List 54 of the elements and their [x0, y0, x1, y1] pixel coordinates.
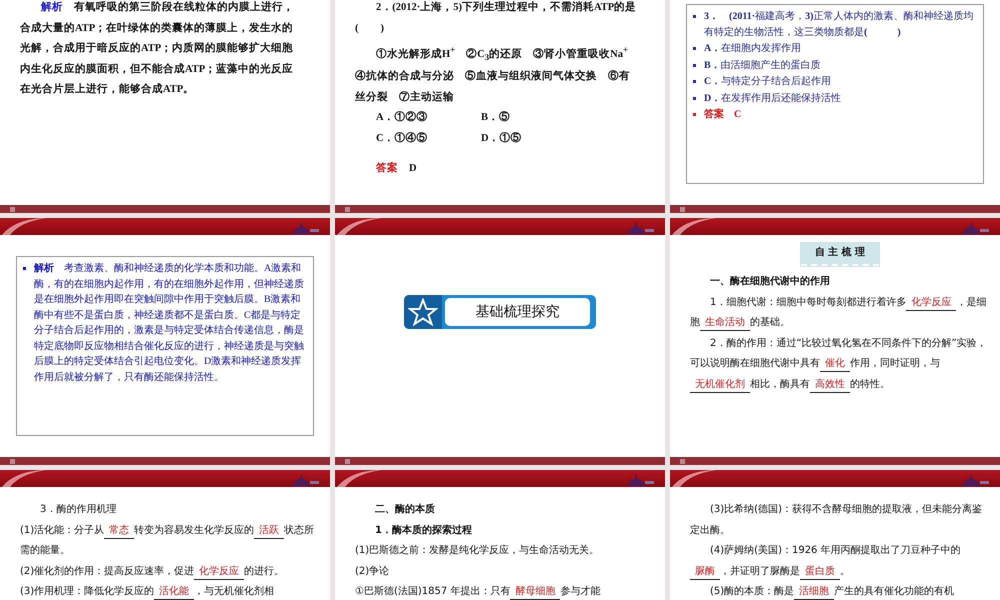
option-text: C．①④⑤ [376, 131, 429, 146]
option-text: D．①⑤ [481, 131, 523, 146]
paragraph-text: (4)萨姆纳(美国)：1926 年用丙酮提取出了刀豆种子中的 脲酶 ，并证明了脲酶是 蛋白质 。 [690, 541, 990, 582]
paragraph-text: (1)巴斯德之前：发酵是纯化学反应，与生命活动无关。 [355, 544, 600, 558]
footer-logo-icon [345, 206, 350, 212]
paragraph-text: 3．酶的作用机理 [39, 502, 118, 517]
paragraph-text: C．与特定分子结合后起作用 [704, 74, 832, 89]
slide-thumbnail[interactable]: (3)比希纳(德国)：获得不含酵母细胞的提取液，但未能分离鉴定出酶。 (4)萨姆纳(美国)：1926 年用丙酮提取出了刀豆种子中的 脲酶 ，并证明了脲酶是 蛋白质 。 (5)酶的本质：酶是 活细胞 产生的具有催化功能的有机 [670, 470, 1000, 600]
slide-thumbnail[interactable]: 2．(2012·上海，5)下列生理过程中，不需消耗ATP的是( ) ①水光解形成H$^{+}$ ②C$_{3}$的还原 ③肾小管重吸收Na$^{+}$ ④抗体的合成与分泌 ⑤血液与组织液间气体交换 ⑥有丝分裂 ⑦主动运输 A．①②③ B．⑤ C．①④⑤ D．①⑤ 答案 D [335, 0, 665, 213]
slide-thumbnail[interactable]: 基础梳理探究 [335, 218, 665, 465]
star-icon [408, 298, 438, 326]
paragraph-text: 2．酶的作用：通过“比较过氧化氢在不同条件下的分解”实验，可以说明酶在细胞代谢中具有 催化 作用，同时证明，与 无机催化剂 相比，酶具有 高效性 的特性。 [690, 334, 990, 395]
logo-icon [625, 220, 655, 234]
footer-logo-icon [10, 206, 15, 212]
paragraph-text: (2)争论 [355, 564, 390, 578]
paragraph-text: 一、酶在细胞代谢中的作用 [709, 274, 831, 289]
paragraph-text: 二、酶的本质 [374, 502, 436, 517]
logo-icon [290, 220, 320, 234]
footer-logo-icon [680, 206, 685, 212]
paragraph-text: (3)比希纳(德国)：获得不含酵母细胞的提取液，但未能分离鉴定出酶。 [690, 502, 983, 538]
paragraph-text: 1．细胞代谢：细胞中每时每刻都进行着许多 化学反应 ，是细胞 生命活动 的基础。 [690, 292, 990, 334]
paragraph-text: A．在细胞内发挥作用 [704, 42, 802, 56]
paragraph-text: (3)作用机理：降低化学反应的 活化能 ，与无机催化剂相 [20, 582, 320, 600]
paragraph-text: B．由活细胞产生的蛋白质 [704, 58, 822, 72]
logo-icon [290, 472, 320, 486]
paragraph-text: (2)催化剂的作用：提高反应速率，促进 化学反应 的进行。 [20, 562, 320, 582]
slide-thumbnail[interactable] [0, 218, 330, 465]
footer-logo-icon [680, 458, 685, 464]
paragraph-text: 答案 D [375, 160, 418, 176]
slide-thumbnail[interactable]: 解析 有氧呼吸的第三阶段在线粒体的内膜上进行，合成大量的ATP；在叶绿体的类囊体的薄膜上，发生水的光解，合成用于暗反应的ATP；内质网的膜能够扩大细胞内生化反应的膜面积，但不能合成ATP；蓝藻中的光反应在光合片层上进行，能够合成ATP。 [0, 0, 330, 213]
logo-icon [625, 472, 655, 486]
section-tag: 自 主 梳 理 [800, 243, 880, 266]
slide-thumbnail[interactable]: 3．酶的作用机理 (1)活化能：分子从 常态 转变为容易发生化学反应的 活跃 状态所需的能量。 (2)催化剂的作用：提高反应速率，促进 化学反应 的进行。 (3)作用机理：降低化学反应的 活化能 ，与无机催化剂相 [0, 470, 330, 600]
paragraph-text: (5)酶的本质：酶是 活细胞 产生的具有催化功能的有机 [690, 582, 990, 600]
paragraph-text: 3． (2011·福建高考，3)正常人体内的激素、酶和神经递质均有特定的生物活性，这三类物质都是( ) [704, 10, 974, 40]
paragraph-text: 答案 C [704, 107, 742, 122]
paragraph-text: D．在发挥作用后还能保持活性 [704, 92, 842, 106]
slide-thumbnail[interactable]: 二、酶的本质 1．酶本质的探索过程 (1)巴斯德之前：发酵是纯化学反应，与生命活动无关。 (2)争论 ①巴斯德(法国)1857 年提出：只有 酵母细胞 参与才能 [335, 470, 665, 600]
logo-icon [960, 220, 990, 234]
footer-logo-icon [345, 458, 350, 464]
paragraph-text: ①水光解形成H$^{+}$ ②C$_{3}$的还原 ③肾小管重吸收Na$^{+}$ ④抗体的合成与分泌 ⑤血液与组织液间气体交换 ⑥有丝分裂 ⑦主动运输 [355, 43, 631, 105]
paragraph-text: 解析 考查激素、酶和神经递质的化学本质和功能。A激素和酶，有的在细胞内起作用，有的在细胞外起作用，但神经递质是在细胞外起作用即在突触间隙中作用于突触后膜。B激素和酶中有些不是蛋白质，神经递质都不是蛋白质。C都是与特定分子结合后起作用的，激素是与特定受体结合传递信息，酶是特定底物即反应物相结合催化反应的进行，神经递质是与突触后膜上的特定受体结合引起电位变化。D激素和神经递质发挥作用后就被分解了，只有酶还能保持活性。 [34, 262, 305, 384]
slide-thumbnail[interactable]: 3． (2011·福建高考，3)正常人体内的激素、酶和神经递质均有特定的生物活性，这三类物质都是( ) A．在细胞内发挥作用 B．由活细胞产生的蛋白质 C．与特定分子结合后起作用 D．在发挥作用后还能保持活性 答案 C [670, 0, 1000, 213]
section-title: 基础梳理探究 [445, 298, 590, 326]
slide-thumbnail[interactable]: 自 主 梳 理 一、酶在细胞代谢中的作用 1．细胞代谢：细胞中每时每刻都进行着许多 化学反应 ，是细胞 生命活动 的基础。 2．酶的作用：通过“比较过氧化氢在不同条件下的分解”实验，可以说明酶在细胞代谢中具有 催化 作用，同时证明，与 无机催化剂 相比，酶具有 高效性 的特性。 [670, 218, 1000, 465]
footer-logo-icon [10, 458, 15, 464]
option-text: A．①②③ [376, 110, 429, 126]
paragraph-text: 解析 有氧呼吸的第三阶段在线粒体的内膜上进行，合成大量的ATP；在叶绿体的类囊体的薄膜上，发生水的光解，合成用于暗反应的ATP；内质网的膜能够扩大细胞内生化反应的膜面积，但不能合成ATP；蓝藻中的光反应在光合片层上进行，能够合成ATP。 [20, 0, 295, 97]
paragraph-text: 2．(2012·上海，5)下列生理过程中，不需消耗ATP的是( ) [355, 0, 638, 36]
option-text: B．⑤ [481, 110, 512, 126]
logo-icon [960, 472, 990, 486]
paragraph-text: ①巴斯德(法国)1857 年提出：只有 酵母细胞 参与才能 [355, 582, 655, 600]
paragraph-text: 1．酶本质的探索过程 [374, 524, 473, 538]
paragraph-text: (1)活化能：分子从 常态 转变为容易发生化学反应的 活跃 状态所需的能量。 [20, 522, 316, 558]
